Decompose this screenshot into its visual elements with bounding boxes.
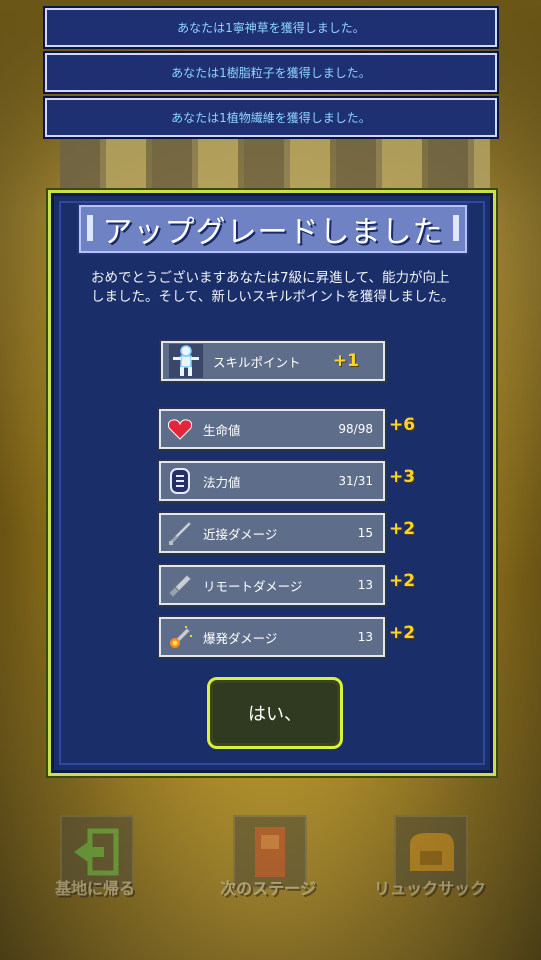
stat-row-melee: 近接ダメージ 15 — [159, 513, 385, 553]
sword-icon — [165, 518, 195, 548]
stat-value: 98/98 — [338, 422, 373, 436]
backpack-button[interactable]: リュックサック — [374, 815, 487, 915]
stat-label: 爆発ダメージ — [203, 630, 278, 646]
confirm-button-label: はい、 — [248, 704, 302, 725]
skill-point-bonus: +1 — [332, 351, 359, 371]
stat-value: 15 — [357, 526, 373, 540]
skill-point-row: スキルポイント +1 — [161, 341, 385, 381]
heart-icon — [165, 414, 195, 444]
stat-bonus: +3 — [389, 467, 416, 487]
stat-bonus: +2 — [389, 623, 416, 643]
stat-label: 法力値 — [203, 474, 241, 490]
stat-value: 13 — [357, 578, 373, 592]
character-icon — [167, 344, 205, 378]
explosion-icon — [165, 622, 195, 652]
stat-value: 31/31 — [338, 474, 373, 488]
next-stage-button[interactable]: 次のステージ — [213, 815, 323, 915]
dialog-message: おめでとうございますあなたは7級に昇進して、能力が向上しました。そして、新しいス… — [91, 270, 455, 305]
confirm-button[interactable]: はい、 — [207, 677, 343, 749]
stat-label: 近接ダメージ — [203, 526, 278, 542]
stat-label: 生命値 — [203, 422, 241, 438]
mana-icon — [165, 466, 195, 496]
return-base-button[interactable]: 基地に帰る — [40, 815, 150, 915]
stat-row-ranged: リモートダメージ 13 — [159, 565, 385, 605]
skill-point-label: スキルポイント — [213, 354, 301, 370]
stat-row-hp: 生命値 98/98 — [159, 409, 385, 449]
dialog-title-bar: アップグレードしました — [79, 205, 467, 253]
dialog-title: アップグレードしました — [102, 215, 444, 250]
stat-bonus: +6 — [389, 415, 416, 435]
item-toast: あなたは1植物繊維を獲得しました。 — [45, 98, 497, 137]
title-pin-icon — [87, 215, 93, 241]
item-toast: あなたは1寧神草を獲得しました。 — [45, 8, 497, 47]
title-pin-icon — [453, 215, 459, 241]
upgrade-dialog: アップグレードしました おめでとうございますあなたは7級に昇進して、能力が向上し… — [48, 190, 496, 776]
stat-bonus: +2 — [389, 519, 416, 539]
backpack-label: リュックサック — [374, 879, 487, 898]
return-base-label: 基地に帰る — [54, 879, 135, 898]
stat-row-explosive: 爆発ダメージ 13 — [159, 617, 385, 657]
stat-bonus: +2 — [389, 571, 416, 591]
stat-label: リモートダメージ — [203, 578, 303, 594]
stat-row-mp: 法力値 31/31 — [159, 461, 385, 501]
background-scenery — [60, 132, 490, 192]
gun-icon — [165, 570, 195, 600]
stat-value: 13 — [357, 630, 373, 644]
item-toast: あなたは1樹脂粒子を獲得しました。 — [45, 53, 497, 92]
next-stage-label: 次のステージ — [220, 879, 316, 898]
